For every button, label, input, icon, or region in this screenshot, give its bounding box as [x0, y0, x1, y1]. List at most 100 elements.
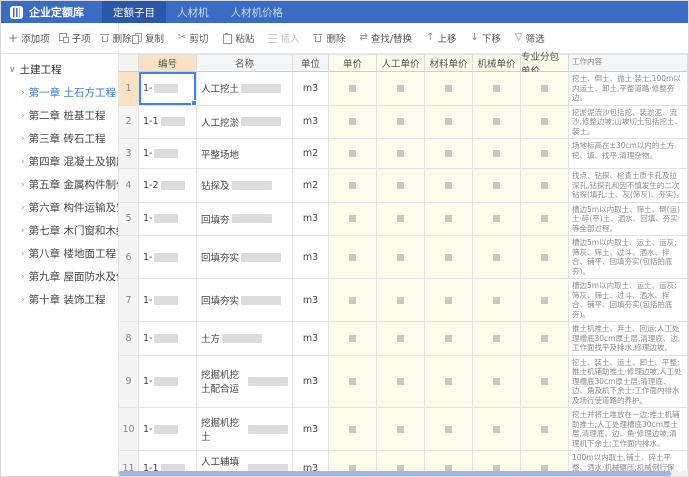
material-price-cell[interactable] — [425, 169, 473, 203]
button-添加项[interactable]: +添加项 — [8, 31, 50, 45]
name-cell[interactable]: 人工挖土 — [197, 72, 293, 106]
subcontract-price-cell[interactable] — [521, 203, 569, 237]
material-price-cell[interactable] — [425, 356, 473, 409]
tab-quota-items[interactable]: 定额子目 — [102, 1, 166, 23]
base-price-cell[interactable] — [329, 279, 377, 322]
row-number-cell[interactable]: 7 — [119, 279, 139, 322]
work-content-cell[interactable]: 挖土并将土堆放在一边;推土机辅助推土;人工处理槽底30cm厚土层,清理底、边、角… — [569, 408, 688, 451]
button-粘贴[interactable]: 粘贴 — [222, 31, 254, 45]
button-删除[interactable]: 删除 — [313, 31, 345, 45]
row-number-cell[interactable]: 1 — [119, 72, 139, 106]
button-上移[interactable]: ↑上移 — [426, 31, 456, 45]
subcontract-price-cell[interactable] — [521, 236, 569, 279]
row-number-cell[interactable]: 9 — [119, 356, 139, 409]
material-price-cell[interactable] — [425, 139, 473, 169]
work-content-cell[interactable]: 找点、钻探、检查土质卡孔及拉深孔,钻探孔和因不慎发生的二次钻探(填孔:土、灰(筛… — [569, 169, 688, 203]
machine-price-cell[interactable] — [473, 279, 521, 322]
name-cell[interactable]: 人工挖淤 — [197, 106, 293, 140]
labor-price-cell[interactable] — [377, 322, 425, 356]
material-price-cell[interactable] — [425, 106, 473, 140]
subcontract-price-cell[interactable] — [521, 106, 569, 140]
work-content-cell[interactable]: 槽边5m以内取土、运土、运灰;筛灰、筛土、过斗、洒水、拌合、铺平、回填夯实(包括… — [569, 279, 688, 322]
unit-cell[interactable]: m3 — [293, 356, 329, 409]
subcontract-price-cell[interactable] — [521, 139, 569, 169]
code-cell[interactable]: 1- — [139, 408, 197, 451]
sidebar-item-chapter-6[interactable]: ›第六章 构件运输及安装 — [1, 196, 118, 219]
work-content-cell[interactable]: 槽边5m以内取土、运土、运灰;筛灰、筛土、过斗、洒水、拌合、铺平、回填夯实(包括… — [569, 236, 688, 279]
unit-cell[interactable]: m3 — [293, 279, 329, 322]
work-content-cell[interactable]: 挖土、装土、运土、卸土、平整;推土机辅助推土·修理边坡,人工处理槽底30cm厚土… — [569, 356, 688, 409]
code-cell[interactable]: 1- — [139, 236, 197, 279]
unit-cell[interactable]: m3 — [293, 408, 329, 451]
machine-price-cell[interactable] — [473, 356, 521, 409]
labor-price-cell[interactable] — [377, 279, 425, 322]
machine-price-cell[interactable] — [473, 322, 521, 356]
code-cell[interactable]: 1- — [139, 72, 197, 106]
sidebar-item-chapter-2[interactable]: ›第二章 桩基工程 — [1, 104, 118, 127]
button-下移[interactable]: ↓下移 — [470, 31, 500, 45]
material-price-cell[interactable] — [425, 408, 473, 451]
unit-cell[interactable]: m3 — [293, 203, 329, 237]
work-content-cell[interactable]: 挖淤泥流沙包括挖、装淤泥、流沙,修整边坡;山坡切土包括挖土、装土。 — [569, 106, 688, 140]
code-cell[interactable]: 1- — [139, 139, 197, 169]
name-cell[interactable]: 土方 — [197, 322, 293, 356]
base-price-cell[interactable] — [329, 72, 377, 106]
name-cell[interactable]: 挖掘机挖土 — [197, 408, 293, 451]
sidebar-item-chapter-4[interactable]: ›第四章 混凝土及钢筋.. — [1, 150, 118, 173]
name-cell[interactable]: 钻探及 — [197, 169, 293, 203]
work-content-cell[interactable]: 场地标高在±30cm以内的土方挖、填、找平,清理杂物。 — [569, 139, 688, 169]
row-number-cell[interactable]: 3 — [119, 139, 139, 169]
name-cell[interactable]: 回填夯 — [197, 203, 293, 237]
tab-lmm-prices[interactable]: 人材机价格 — [220, 1, 295, 23]
unit-cell[interactable]: m2 — [293, 139, 329, 169]
base-price-cell[interactable] — [329, 322, 377, 356]
row-number-cell[interactable]: 2 — [119, 106, 139, 140]
row-number-cell[interactable]: 4 — [119, 169, 139, 203]
button-剪切[interactable]: ✂剪切 — [178, 31, 208, 45]
material-price-cell[interactable] — [425, 279, 473, 322]
base-price-cell[interactable] — [329, 106, 377, 140]
material-price-cell[interactable] — [425, 322, 473, 356]
name-cell[interactable]: 平整场地 — [197, 139, 293, 169]
button-查找/替换[interactable]: ⇄查找/替换 — [359, 31, 412, 45]
sidebar-item-chapter-10[interactable]: ›第十章 装饰工程 — [1, 288, 118, 311]
name-cell[interactable]: 回填夯实 — [197, 236, 293, 279]
subcontract-price-cell[interactable] — [521, 408, 569, 451]
row-number-cell[interactable]: 10 — [119, 408, 139, 451]
labor-price-cell[interactable] — [377, 106, 425, 140]
machine-price-cell[interactable] — [473, 169, 521, 203]
labor-price-cell[interactable] — [377, 169, 425, 203]
sidebar-item-chapter-1[interactable]: ›第一章 土石方工程 — [1, 81, 118, 104]
machine-price-cell[interactable] — [473, 139, 521, 169]
base-price-cell[interactable] — [329, 169, 377, 203]
sidebar-item-chapter-5[interactable]: ›第五章 金属构件制作.. — [1, 173, 118, 196]
work-content-cell[interactable]: 槽边5m以内取土、筛土、倒(运)土·碎(平)土、洒水、回填、夯实等全部过程。 — [569, 203, 688, 237]
machine-price-cell[interactable] — [473, 408, 521, 451]
horizontal-scrollbar[interactable] — [119, 471, 688, 476]
labor-price-cell[interactable] — [377, 408, 425, 451]
labor-price-cell[interactable] — [377, 356, 425, 409]
unit-cell[interactable]: m3 — [293, 236, 329, 279]
code-cell[interactable]: 1- — [139, 279, 197, 322]
code-cell[interactable]: 1- — [139, 322, 197, 356]
material-price-cell[interactable] — [425, 72, 473, 106]
subcontract-price-cell[interactable] — [521, 279, 569, 322]
unit-cell[interactable]: m3 — [293, 72, 329, 106]
row-number-cell[interactable]: 5 — [119, 203, 139, 237]
subcontract-price-cell[interactable] — [521, 322, 569, 356]
name-cell[interactable]: 挖掘机挖土配合运 — [197, 356, 293, 409]
sidebar-item-chapter-3[interactable]: ›第三章 砖石工程 — [1, 127, 118, 150]
labor-price-cell[interactable] — [377, 236, 425, 279]
machine-price-cell[interactable] — [473, 106, 521, 140]
sidebar-item-chapter-8[interactable]: ›第八章 楼地面工程 — [1, 242, 118, 265]
base-price-cell[interactable] — [329, 408, 377, 451]
unit-cell[interactable]: m2 — [293, 169, 329, 203]
sidebar-item-chapter-9[interactable]: ›第九章 屋面防水及保.. — [1, 265, 118, 288]
row-number-cell[interactable]: 8 — [119, 322, 139, 356]
code-cell[interactable]: 1- — [139, 356, 197, 409]
sidebar-item-chapter-7[interactable]: ›第七章 木门窗和木结.. — [1, 219, 118, 242]
work-content-cell[interactable]: 挖土、倒土、抛土·装土,100m以内运土、卸土,平整道路·修整夯边。 — [569, 72, 688, 106]
subcontract-price-cell[interactable] — [521, 169, 569, 203]
labor-price-cell[interactable] — [377, 72, 425, 106]
tab-labor-material-machine[interactable]: 人材机 — [166, 1, 220, 23]
